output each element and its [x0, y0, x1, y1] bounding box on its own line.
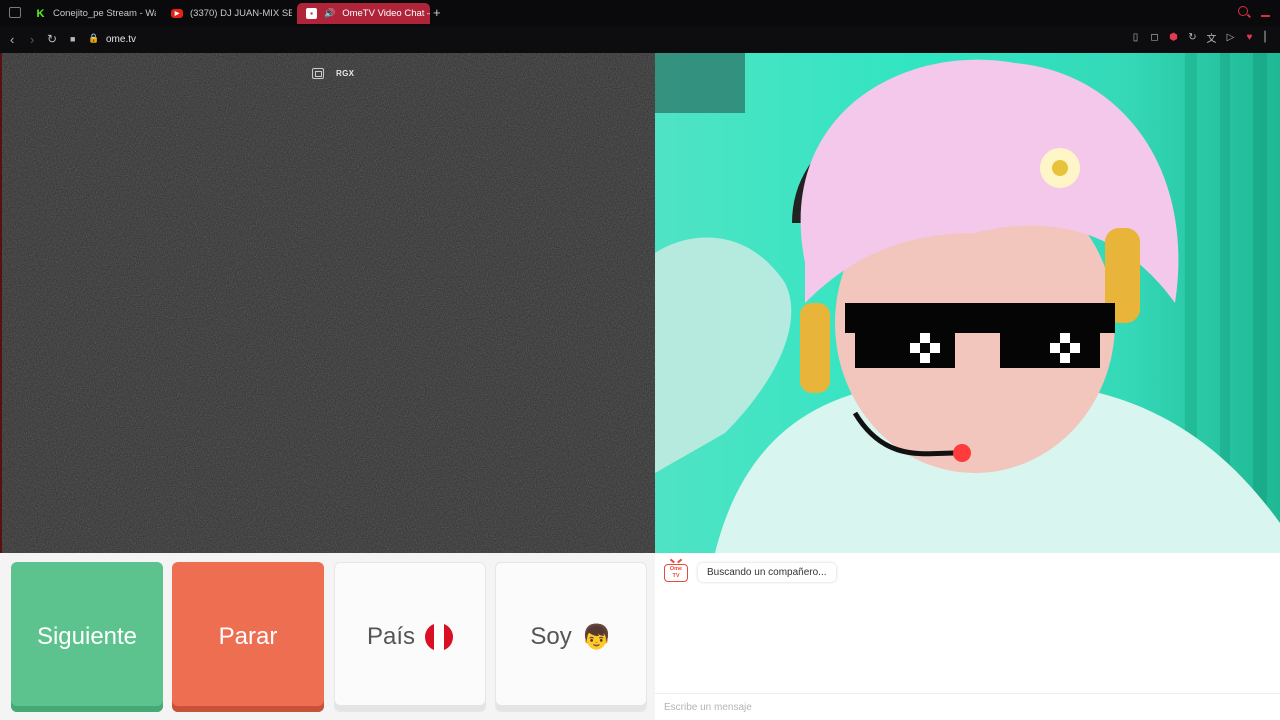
tab-title: Conejito_pe Stream - Wat	[53, 8, 156, 19]
ometv-icon: ▪	[306, 8, 317, 19]
next-button-label: Siguiente	[36, 623, 138, 650]
headphone-cup-left	[800, 303, 830, 393]
play-icon[interactable]: ▷	[1225, 32, 1236, 43]
background-object	[655, 53, 745, 113]
mic-light	[953, 444, 971, 462]
tab-title: OmeTV Video Chat —	[342, 8, 430, 19]
minimize-icon[interactable]	[1261, 15, 1270, 17]
country-button[interactable]: País	[334, 562, 486, 712]
speaker-icon[interactable]: 🔊	[324, 8, 335, 19]
translate-icon[interactable]: 文	[1206, 32, 1217, 45]
next-button[interactable]: Siguiente	[11, 562, 163, 712]
local-video: RGX	[0, 53, 655, 553]
gender-button[interactable]: Soy 👦	[495, 562, 647, 712]
tab-kick-stream[interactable]: K Conejito_pe Stream - Wat	[26, 3, 156, 24]
stop-button-label: Parar	[218, 623, 278, 650]
country-button-label: País	[366, 623, 416, 650]
url-field[interactable]: ome.tv	[106, 34, 136, 45]
remote-video	[655, 53, 1280, 553]
status-message: Buscando un compañero...	[698, 563, 836, 582]
boy-icon: 👦	[581, 623, 612, 651]
peru-flag-icon	[425, 623, 453, 651]
snapshot-icon[interactable]: ◻	[1149, 32, 1160, 43]
kick-icon: K	[36, 7, 45, 20]
chat-panel: Ome TV Buscando un compañero...	[655, 553, 1280, 720]
lock-icon[interactable]: 🔒	[88, 33, 99, 44]
search-tabs-icon[interactable]	[1238, 6, 1248, 16]
address-bar: ‹ › ↻ ■ 🔒 ome.tv ▯ ◻ ⬢ ↻ 文 ▷ ♥ ▏	[0, 26, 1280, 53]
new-tab-button[interactable]: +	[433, 5, 441, 20]
reload-icon[interactable]: ↻	[47, 32, 57, 46]
controls-panel: Siguiente Parar País Soy 👦	[0, 553, 655, 720]
gender-button-label: Soy	[530, 623, 572, 650]
shield-icon[interactable]: ⬢	[1168, 32, 1179, 43]
forward-icon[interactable]: ›	[30, 32, 34, 47]
sidebar-icon[interactable]: ▏	[1263, 32, 1274, 43]
youtube-icon: ▶	[171, 9, 183, 18]
tab-actions-icon[interactable]	[9, 7, 21, 18]
overlay-label: RGX	[336, 69, 355, 78]
refresh-icon[interactable]: ↻	[1187, 32, 1198, 43]
tab-title: (3370) DJ JUAN-MIX SE	[190, 8, 292, 19]
stop-button[interactable]: Parar	[172, 562, 324, 712]
video-frame	[655, 53, 1280, 553]
tab-youtube[interactable]: ▶ (3370) DJ JUAN-MIX SE	[162, 3, 292, 24]
toolbar-icons: ▯ ◻ ⬢ ↻ 文 ▷ ♥ ▏	[1130, 32, 1274, 45]
video-noise	[2, 53, 655, 553]
tab-ometv[interactable]: ▪ 🔊 OmeTV Video Chat —	[297, 3, 430, 24]
arm-shape	[655, 237, 792, 473]
message-input[interactable]	[655, 693, 1280, 720]
bookmark-icon[interactable]: ▯	[1130, 32, 1141, 43]
ometv-logo-icon: Ome TV	[664, 564, 688, 582]
back-icon[interactable]: ‹	[10, 32, 14, 47]
tab-bar: K Conejito_pe Stream - Wat ▶ (3370) DJ J…	[0, 0, 1280, 26]
camera-icon[interactable]: ■	[70, 34, 75, 44]
heart-icon[interactable]: ♥	[1244, 32, 1255, 43]
picture-in-picture-icon[interactable]	[312, 68, 324, 79]
